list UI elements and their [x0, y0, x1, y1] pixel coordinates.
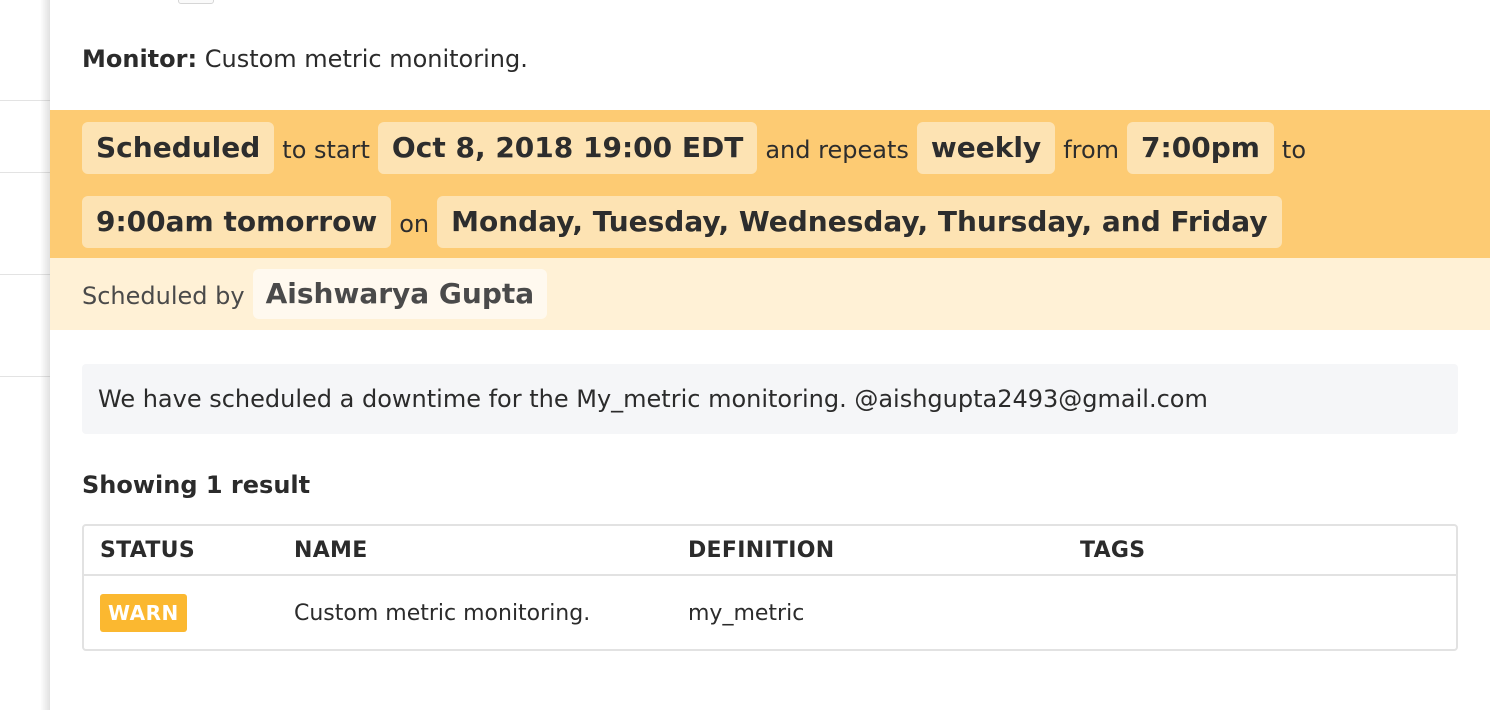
downtime-detail-panel: Monitor: Custom metric monitoring. Sched…: [50, 0, 1490, 710]
scheduled-by-row: Scheduled by Aishwarya Gupta: [82, 269, 548, 319]
schedule-row: 9:00am tomorrow on Monday, Tuesday, Wedn…: [82, 194, 1282, 250]
schedule-state-chip: Scheduled: [82, 122, 275, 174]
schedule-connector: to start: [282, 136, 370, 164]
table-header: STATUS NAME DEFINITION TAGS: [84, 526, 1456, 576]
schedule-banner: Scheduled to start Oct 8, 2018 19:00 EDT…: [50, 110, 1490, 258]
monitor-label: Monitor:: [82, 45, 198, 73]
monitor-name-cell[interactable]: Custom metric monitoring.: [294, 578, 590, 649]
schedule-from-time-chip: 7:00pm: [1127, 122, 1274, 174]
schedule-frequency-chip: weekly: [916, 122, 1056, 174]
top-control[interactable]: [178, 0, 214, 4]
schedule-connector: from: [1063, 136, 1120, 164]
downtime-message: We have scheduled a downtime for the My_…: [82, 364, 1458, 434]
schedule-start-chip: Oct 8, 2018 19:00 EDT: [377, 122, 758, 174]
column-header-name[interactable]: NAME: [294, 526, 368, 576]
monitor-line: Monitor: Custom metric monitoring.: [82, 42, 528, 76]
schedule-connector: and repeats: [765, 136, 909, 164]
schedule-row: Scheduled to start Oct 8, 2018 19:00 EDT…: [82, 120, 1314, 176]
table-row[interactable]: WARN Custom metric monitoring. my_metric: [84, 578, 1456, 649]
column-header-tags[interactable]: TAGS: [1080, 526, 1145, 576]
scheduled-by-label: Scheduled by: [82, 282, 245, 310]
column-header-definition[interactable]: DEFINITION: [688, 526, 834, 576]
monitors-table: STATUS NAME DEFINITION TAGS WARN Custom …: [82, 524, 1458, 651]
monitor-value: Custom metric monitoring.: [204, 45, 528, 73]
schedule-days-chip: Monday, Tuesday, Wednesday, Thursday, an…: [437, 196, 1282, 248]
results-heading: Showing 1 result: [82, 471, 311, 499]
definition-cell: my_metric: [688, 601, 805, 626]
column-header-status[interactable]: STATUS: [100, 526, 195, 576]
schedule-connector: to: [1281, 136, 1307, 164]
scheduled-by-name: Aishwarya Gupta: [252, 269, 548, 319]
status-badge: WARN: [100, 594, 187, 632]
schedule-connector: on: [399, 210, 430, 238]
scheduled-by-banner: Scheduled by Aishwarya Gupta: [50, 258, 1490, 330]
schedule-to-time-chip: 9:00am tomorrow: [82, 196, 392, 248]
